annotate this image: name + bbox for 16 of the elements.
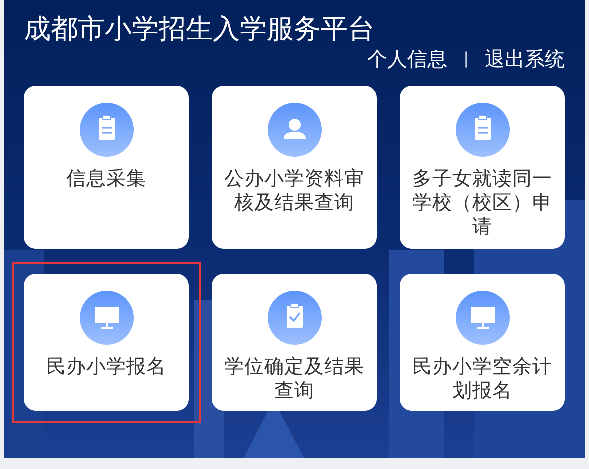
clipboard-icon	[456, 103, 510, 157]
header-link[interactable]: 个人信息	[368, 46, 448, 72]
menu-tile[interactable]: 民办小学报名	[24, 274, 189, 411]
separator: |	[464, 48, 469, 70]
menu-tile[interactable]: 学位确定及结果查询	[212, 274, 377, 411]
clipboard-check-icon	[268, 291, 322, 345]
monitor-icon	[80, 291, 134, 345]
person-icon	[268, 103, 322, 157]
menu-tile[interactable]: 多子女就读同一学校（校区）申请	[400, 86, 565, 249]
menu-tile[interactable]: 民办小学空余计划报名	[400, 274, 565, 411]
page-title: 成都市小学招生入学服务平台	[24, 14, 376, 46]
monitor-icon	[456, 291, 510, 345]
clipboard-icon	[80, 103, 134, 157]
menu-tile[interactable]: 信息采集	[24, 86, 189, 249]
header-link[interactable]: 退出系统	[485, 46, 565, 72]
menu-tile[interactable]: 公办小学资料审核及结果查询	[212, 86, 377, 249]
